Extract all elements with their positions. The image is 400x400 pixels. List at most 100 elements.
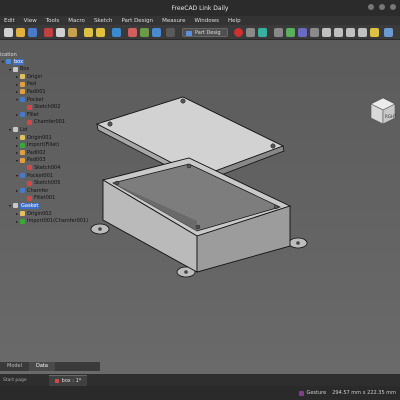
tree-item[interactable]: ▸ Pad <box>0 81 115 88</box>
view-top-icon[interactable] <box>334 28 343 37</box>
tree-item[interactable]: Sketch002 <box>0 104 122 111</box>
expand-arrow-icon[interactable]: ▾ <box>15 97 19 102</box>
tree-item[interactable]: ▾ Lid <box>0 126 108 133</box>
tree-item[interactable]: ▸ Pad002 <box>0 149 115 156</box>
expand-arrow-icon[interactable]: ▸ <box>15 188 19 193</box>
expand-arrow-icon[interactable]: ▸ <box>15 211 19 216</box>
menu-sketch[interactable]: Sketch <box>94 18 113 24</box>
tree-item-label: Pocket001 <box>27 172 53 179</box>
expand-arrow-icon[interactable]: ▾ <box>15 158 19 163</box>
expand-arrow-icon[interactable]: ▾ <box>8 127 12 132</box>
expand-arrow-icon[interactable]: ▸ <box>15 150 19 155</box>
menu-measure[interactable]: Measure <box>162 18 185 24</box>
expand-arrow-icon[interactable]: ▸ <box>15 74 19 79</box>
status-bar: Gesture 294.57 mm x 222.35 mm <box>0 386 400 400</box>
tree-item[interactable]: ▸ Origin <box>0 73 115 80</box>
expand-arrow-icon[interactable]: ▾ <box>1 59 5 64</box>
tree-item[interactable]: ▸ Origin001 <box>0 134 115 141</box>
stop-icon[interactable] <box>128 28 137 37</box>
tab-data[interactable]: Data <box>29 362 55 371</box>
tree-item-label: Chamfer001 <box>34 119 66 126</box>
tree-item[interactable]: ▸ Import001(Chamfer001) <box>0 218 115 225</box>
fit-selection-icon[interactable] <box>286 28 295 37</box>
close-button[interactable] <box>390 4 396 10</box>
undo-icon[interactable] <box>84 28 93 37</box>
tree-item[interactable]: ▾ Pad003 <box>0 157 115 164</box>
menu-macro[interactable]: Macro <box>68 18 85 24</box>
record-macro-icon[interactable] <box>234 28 243 37</box>
menu-part-design[interactable]: Part Design <box>121 18 153 24</box>
tree-item-icon <box>13 66 18 72</box>
tree-item[interactable]: ▾ Box <box>0 66 108 73</box>
tree-item[interactable]: ▾ Pocket001 <box>0 172 115 179</box>
navigation-style-icon <box>299 390 305 396</box>
refresh-icon[interactable] <box>112 28 121 37</box>
tree-item[interactable]: ▸ Origin002 <box>0 210 115 217</box>
minimize-button[interactable] <box>368 4 374 10</box>
menu-tools[interactable]: Tools <box>46 18 60 24</box>
redo-icon[interactable] <box>96 28 105 37</box>
part-icon[interactable] <box>384 28 393 37</box>
tree-item[interactable]: Fillet001 <box>0 195 122 202</box>
tree-item[interactable]: ▸ Pad001 <box>0 88 115 95</box>
workbench-selector[interactable]: Part Desig <box>182 28 228 37</box>
tree-item[interactable]: ▸ Import(Fillet) <box>0 142 115 149</box>
view-fit-icon[interactable] <box>274 28 283 37</box>
tree-item[interactable]: ▸ Fillet <box>0 111 115 118</box>
expand-arrow-icon[interactable]: ▸ <box>15 135 19 140</box>
expand-arrow-icon[interactable]: ▸ <box>15 143 19 148</box>
tab-start-page[interactable]: Start page <box>3 378 27 383</box>
tree-item-icon <box>6 59 11 64</box>
expand-arrow-icon[interactable]: ▾ <box>15 173 19 178</box>
box-screw-boss <box>273 204 279 210</box>
tree-item-label: Pad001 <box>27 88 46 95</box>
navigation-cube[interactable]: RGHT <box>368 96 398 126</box>
maximize-button[interactable] <box>379 4 385 10</box>
draw-style-icon[interactable] <box>298 28 307 37</box>
menu-view[interactable]: View <box>24 18 37 24</box>
expand-arrow-icon[interactable]: ▸ <box>15 112 19 117</box>
expand-arrow-icon[interactable]: ▸ <box>15 89 19 94</box>
expand-arrow-icon[interactable]: ▸ <box>15 82 19 87</box>
view-isometric-icon[interactable] <box>310 28 319 37</box>
save-icon[interactable] <box>28 28 37 37</box>
tree-item[interactable]: Chamfer001 <box>0 119 122 126</box>
view-right-icon[interactable] <box>346 28 355 37</box>
expand-arrow-icon[interactable]: ▸ <box>15 219 19 224</box>
tree-item-icon <box>20 112 25 118</box>
view-front-icon[interactable] <box>322 28 331 37</box>
execute-macro-icon[interactable] <box>258 28 267 37</box>
expand-arrow-icon[interactable]: ▾ <box>8 203 12 208</box>
tree-item[interactable]: ▸ Chamfer <box>0 187 115 194</box>
cut-icon[interactable] <box>44 28 53 37</box>
copy-icon[interactable] <box>56 28 65 37</box>
navigation-style[interactable]: Gesture <box>299 390 326 396</box>
measure-icon[interactable] <box>370 28 379 37</box>
new-file-icon[interactable] <box>4 28 13 37</box>
tree-item-icon <box>20 173 25 178</box>
document-tabs: Start page box : 1* <box>0 374 400 386</box>
menu-windows[interactable]: Windows <box>194 18 219 24</box>
menu-edit[interactable]: Edit <box>4 18 15 24</box>
paste-icon[interactable] <box>68 28 77 37</box>
combo-view-tabs: Model Data <box>0 362 100 371</box>
macro-icon[interactable] <box>140 28 149 37</box>
tree-item-label: Import001(Chamfer001) <box>27 218 89 225</box>
menu-help[interactable]: Help <box>228 18 241 24</box>
tree-item-label: Origin002 <box>27 210 52 217</box>
tree-item-label: Pocket <box>27 96 44 103</box>
tab-box-document[interactable]: box : 1* <box>48 374 88 386</box>
tree-item-icon <box>20 142 25 148</box>
open-folder-icon[interactable] <box>16 28 25 37</box>
expand-arrow-icon[interactable]: ▾ <box>8 67 12 72</box>
macro-list-icon[interactable] <box>246 28 255 37</box>
view-rear-icon[interactable] <box>358 28 367 37</box>
tree-item[interactable]: ▾ Pocket <box>0 96 115 103</box>
tab-model[interactable]: Model <box>0 362 29 371</box>
box-screw-boss <box>186 163 192 169</box>
tree-item[interactable]: Sketch005 <box>0 180 122 187</box>
tree-item[interactable]: Sketch004 <box>0 164 122 171</box>
tree-item[interactable]: ▾ Gasket <box>0 202 108 209</box>
tree-item[interactable]: ▾ box <box>0 58 101 65</box>
whats-this-icon[interactable] <box>152 28 161 37</box>
